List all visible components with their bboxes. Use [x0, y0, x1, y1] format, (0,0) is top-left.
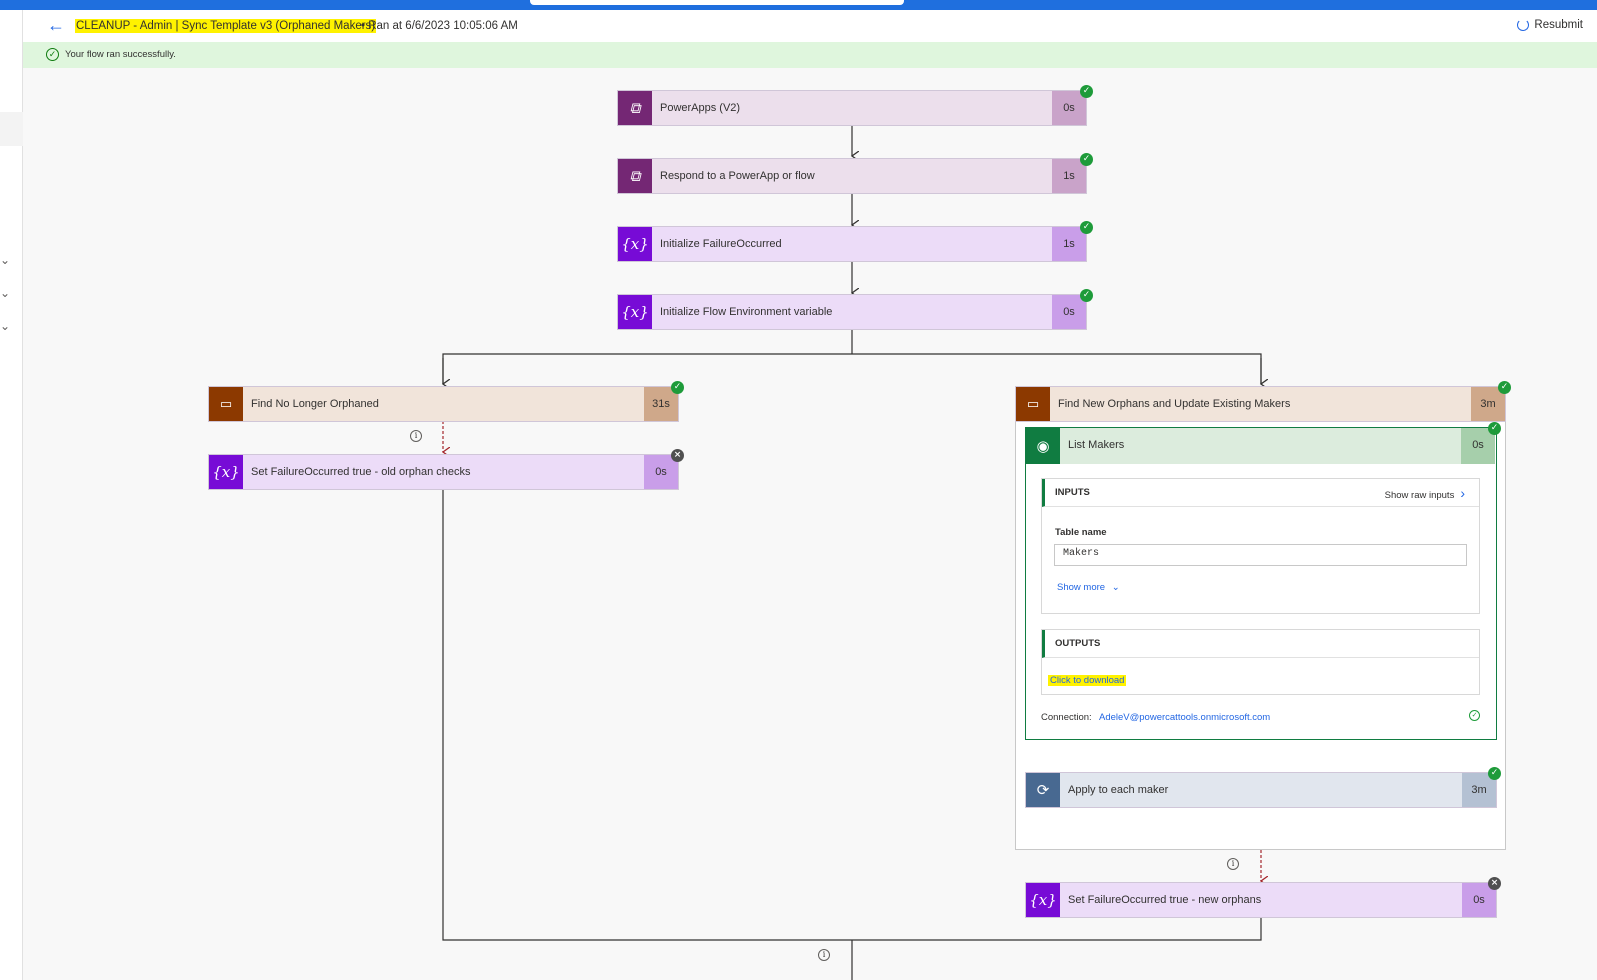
connection-label: Connection: — [1041, 712, 1092, 723]
chevron-down-icon[interactable]: ⌄ — [0, 286, 14, 300]
step-list-makers[interactable]: ◉ List Makers 0s — [1026, 428, 1495, 464]
outputs-title: OUTPUTS — [1055, 638, 1101, 649]
chevron-right-icon: › — [1460, 485, 1465, 501]
run-header: ← CLEANUP - Admin | Sync Template v3 (Or… — [23, 10, 1597, 42]
step-label: Initialize Flow Environment variable — [660, 306, 833, 318]
skipped-x-icon: × — [671, 449, 684, 462]
step-label: Set FailureOccurred true - old orphan ch… — [251, 466, 471, 478]
scope-icon: ▭ — [209, 387, 243, 421]
step-set-failure-new-orphans[interactable]: {x} Set FailureOccurred true - new orpha… — [1025, 882, 1497, 918]
info-icon[interactable]: i — [410, 430, 422, 442]
success-check-icon: ✓ — [1080, 221, 1093, 234]
inputs-title: INPUTS — [1055, 487, 1090, 498]
step-respond-powerapp[interactable]: ⧉ Respond to a PowerApp or flow 1s — [617, 158, 1087, 194]
list-makers-expanded: ◉ List Makers 0s INPUTS Show raw inputs ›… — [1025, 427, 1497, 740]
back-arrow-icon[interactable]: ← — [47, 16, 65, 34]
variable-icon: {x} — [209, 455, 243, 489]
step-initialize-failureoccurred[interactable]: {x} Initialize FailureOccurred 1s — [617, 226, 1087, 262]
table-name-label: Table name — [1055, 527, 1107, 538]
connection-ok-icon: ✓ — [1469, 710, 1480, 721]
variable-icon: {x} — [618, 227, 652, 261]
step-label: Respond to a PowerApp or flow — [660, 170, 815, 182]
outputs-panel: OUTPUTS Click to download — [1041, 629, 1480, 695]
resubmit-label: Resubmit — [1534, 19, 1583, 31]
step-duration: 0s — [1052, 295, 1086, 329]
refresh-icon — [1517, 19, 1530, 31]
success-check-icon: ✓ — [1080, 153, 1093, 166]
powerapps-icon: ⧉ — [618, 91, 652, 125]
flow-canvas: ⧉ PowerApps (V2) 0s ✓ ⧉ Respond to a Pow… — [23, 68, 1597, 980]
success-check-icon: ✓ — [1080, 289, 1093, 302]
chevron-down-icon[interactable]: ⌄ — [0, 253, 14, 267]
click-to-download-link[interactable]: Click to download — [1048, 675, 1127, 686]
info-icon[interactable]: i — [1227, 858, 1239, 870]
run-timestamp: • Ran at 6/6/2023 10:05:06 AM — [361, 20, 518, 32]
step-duration: 1s — [1052, 159, 1086, 193]
step-find-new-orphans[interactable]: ▭ Find New Orphans and Update Existing M… — [1015, 386, 1506, 422]
step-label: Initialize FailureOccurred — [660, 238, 782, 250]
step-apply-to-each-maker[interactable]: ⟳ Apply to each maker 3m — [1025, 772, 1497, 808]
top-app-bar — [0, 0, 1597, 10]
outputs-header: OUTPUTS — [1042, 630, 1479, 658]
show-more-link[interactable]: Show more ⌄ — [1057, 582, 1120, 593]
success-check-icon: ✓ — [1080, 85, 1093, 98]
step-label: Apply to each maker — [1068, 784, 1169, 796]
skipped-x-icon: × — [1488, 877, 1501, 890]
step-label: Find New Orphans and Update Existing Mak… — [1058, 398, 1291, 410]
step-label: Find No Longer Orphaned — [251, 398, 379, 410]
show-raw-inputs-link[interactable]: Show raw inputs › — [1385, 479, 1465, 510]
success-check-icon: ✓ — [1498, 381, 1511, 394]
check-circle-icon: ✓ — [46, 48, 59, 61]
powerapps-icon: ⧉ — [618, 159, 652, 193]
step-duration: 0s — [1052, 91, 1086, 125]
banner-message: Your flow ran successfully. — [65, 49, 176, 60]
step-duration: 1s — [1052, 227, 1086, 261]
success-check-icon: ✓ — [1488, 422, 1501, 435]
connection-value[interactable]: AdeleV@powercattools.onmicrosoft.com — [1099, 712, 1270, 723]
success-banner: ✓ Your flow ran successfully. — [23, 42, 1597, 68]
info-icon[interactable]: i — [818, 949, 830, 961]
flow-title: CLEANUP - Admin | Sync Template v3 (Orph… — [75, 19, 377, 33]
resubmit-button[interactable]: Resubmit — [1517, 18, 1583, 32]
dataverse-icon: ◉ — [1026, 428, 1060, 464]
inputs-panel: INPUTS Show raw inputs › Table name Maker… — [1041, 478, 1480, 614]
variable-icon: {x} — [1026, 883, 1060, 917]
step-set-failure-old-orphan[interactable]: {x} Set FailureOccurred true - old orpha… — [208, 454, 679, 490]
loop-icon: ⟳ — [1026, 773, 1060, 807]
table-name-field: Makers — [1054, 544, 1467, 566]
success-check-icon: ✓ — [671, 381, 684, 394]
chevron-down-icon[interactable]: ⌄ — [0, 319, 14, 333]
nav-selected-item[interactable] — [0, 112, 23, 146]
step-label: List Makers — [1068, 439, 1125, 451]
step-initialize-flow-environment[interactable]: {x} Initialize Flow Environment variable… — [617, 294, 1087, 330]
show-raw-inputs-label: Show raw inputs — [1384, 490, 1455, 501]
variable-icon: {x} — [618, 295, 652, 329]
inputs-header: INPUTS Show raw inputs › — [1042, 479, 1479, 507]
chevron-down-icon: ⌄ — [1111, 582, 1120, 593]
left-nav-rail: ⌄ ⌄ ⌄ — [0, 10, 23, 980]
success-check-icon: ✓ — [1488, 767, 1501, 780]
scope-icon: ▭ — [1016, 387, 1050, 421]
step-label: Set FailureOccurred true - new orphans — [1068, 894, 1262, 906]
search-box[interactable] — [530, 0, 904, 5]
show-more-label: Show more — [1057, 582, 1106, 593]
step-find-no-longer-orphaned[interactable]: ▭ Find No Longer Orphaned 31s — [208, 386, 679, 422]
step-powerapps-v2[interactable]: ⧉ PowerApps (V2) 0s — [617, 90, 1087, 126]
step-label: PowerApps (V2) — [660, 102, 741, 114]
